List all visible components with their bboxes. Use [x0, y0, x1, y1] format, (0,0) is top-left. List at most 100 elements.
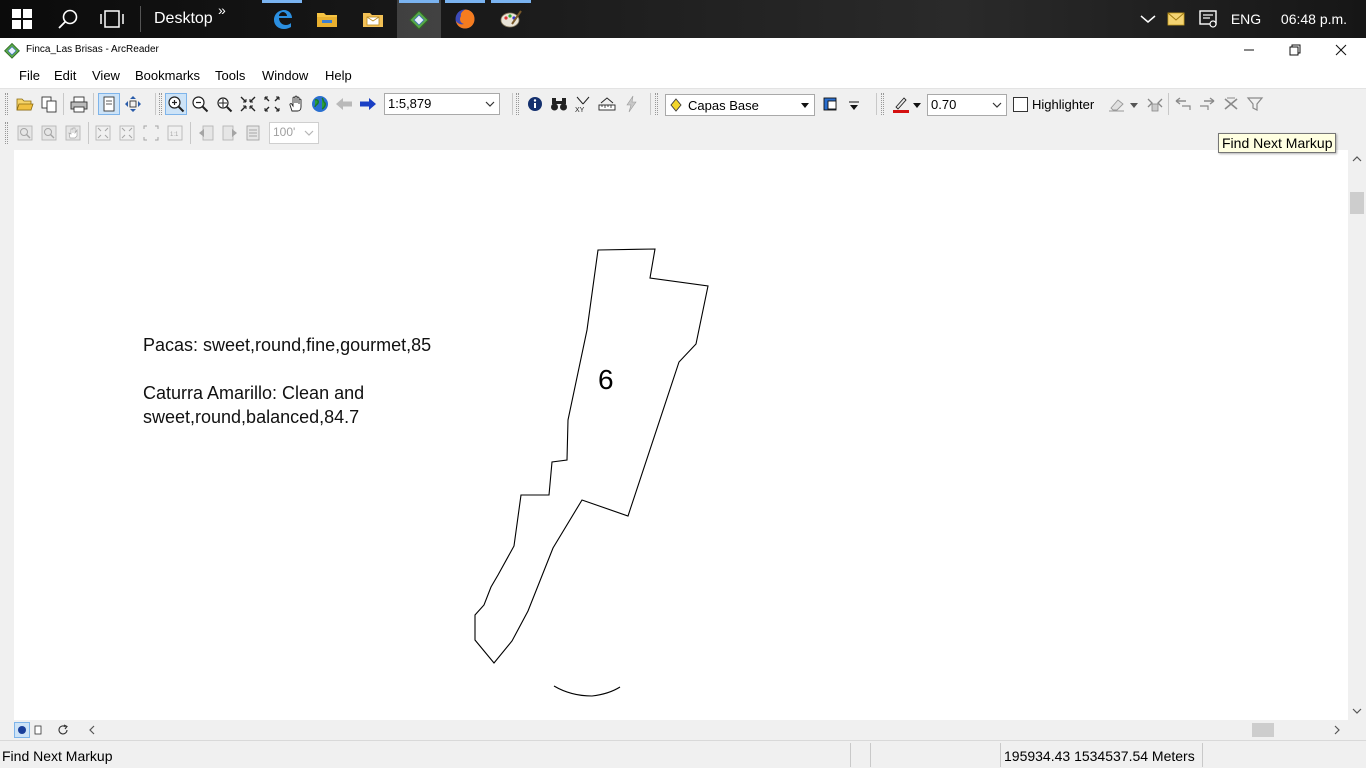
map-canvas[interactable]: Pacas: sweet,round,fine,gourmet,85 Catur… — [14, 150, 1348, 720]
layout-fixed-zoom-out-button[interactable] — [116, 122, 138, 144]
toolbar-grip[interactable] — [516, 93, 519, 115]
menu-file[interactable]: File — [19, 68, 40, 83]
markup-manager-button[interactable] — [1144, 93, 1166, 115]
zoom-in-button[interactable] — [165, 93, 187, 115]
open-button[interactable] — [14, 93, 36, 115]
search-button[interactable] — [46, 0, 90, 38]
scroll-left-arrow-icon[interactable] — [88, 725, 96, 735]
zoom-out-button[interactable] — [189, 93, 211, 115]
parcel-fragment-boundary[interactable] — [553, 685, 621, 697]
find-next-markup-button[interactable] — [1196, 93, 1218, 115]
pen-color-dropdown[interactable] — [910, 95, 924, 117]
file-explorer-taskbar-button[interactable] — [305, 0, 349, 38]
swipe-layer-dropdown[interactable] — [846, 95, 862, 117]
swipe-layer-button[interactable] — [820, 93, 842, 115]
paint-taskbar-button[interactable] — [489, 0, 533, 38]
delete-markup-button[interactable] — [1220, 93, 1242, 115]
toolbar-grip[interactable] — [159, 93, 162, 115]
layout-fixed-zoom-in-button[interactable] — [92, 122, 114, 144]
menu-window[interactable]: Window — [262, 68, 308, 83]
parcel-number-label: 6 — [598, 364, 614, 395]
go-to-xy-button[interactable]: XY — [572, 93, 594, 115]
arrow-right-icon — [360, 98, 376, 110]
notification-mail-tray[interactable] — [1164, 0, 1188, 38]
menu-help[interactable]: Help — [325, 68, 352, 83]
menu-bookmarks[interactable]: Bookmarks — [135, 68, 200, 83]
print-button[interactable] — [68, 93, 90, 115]
toolbar-grip[interactable] — [5, 122, 8, 144]
minimize-button[interactable] — [1226, 38, 1272, 62]
toolbar-separator — [155, 93, 156, 115]
continuous-zoom-button[interactable] — [213, 93, 235, 115]
fixed-zoom-in-button[interactable] — [237, 93, 259, 115]
layout-zoom-select[interactable]: 100' — [269, 122, 319, 144]
restore-button[interactable] — [1272, 38, 1318, 62]
copy-button[interactable] — [38, 93, 60, 115]
zoom-whole-page-button[interactable] — [140, 122, 162, 144]
layout-pan-button[interactable] — [62, 122, 84, 144]
annotation-caturra-line1: Caturra Amarillo: Clean and — [143, 383, 365, 403]
layout-zoom-in-icon — [17, 125, 33, 141]
find-button[interactable] — [548, 93, 570, 115]
eraser-button[interactable] — [1106, 93, 1128, 115]
scroll-up-arrow-icon[interactable] — [1352, 155, 1362, 163]
show-hidden-icons-button[interactable] — [1136, 0, 1160, 38]
network-tray[interactable] — [1194, 0, 1222, 38]
identify-button[interactable] — [524, 93, 546, 115]
svg-text:1:1: 1:1 — [170, 132, 179, 138]
full-extent-button[interactable] — [122, 93, 144, 115]
eraser-dropdown[interactable] — [1127, 95, 1141, 117]
map-scale-select[interactable]: 1:5,879 — [384, 93, 500, 115]
toolbar-grip[interactable] — [5, 93, 8, 115]
fixed-zoom-out-button[interactable] — [261, 93, 283, 115]
menu-edit[interactable]: Edit — [54, 68, 76, 83]
toolbar-grip[interactable] — [655, 93, 658, 115]
mail-folder-taskbar-button[interactable] — [351, 0, 395, 38]
find-previous-markup-button[interactable] — [1172, 93, 1194, 115]
clock[interactable]: 06:48 p.m. — [1270, 0, 1358, 38]
toolbar-overflow-chevron[interactable]: » — [218, 2, 226, 18]
toolbar-grip[interactable] — [881, 93, 884, 115]
layout-zoom-out-button[interactable] — [38, 122, 60, 144]
toggle-draft-mode-button[interactable] — [242, 122, 264, 144]
horizontal-scroll-thumb[interactable] — [1252, 723, 1274, 737]
open-folder-icon — [16, 98, 34, 111]
scroll-right-arrow-icon[interactable] — [1333, 725, 1341, 735]
data-view-button[interactable] — [98, 93, 120, 115]
layer-select[interactable]: Capas Base — [665, 94, 815, 116]
hyperlink-button[interactable] — [620, 93, 642, 115]
data-view-tab[interactable] — [14, 722, 30, 738]
markup-filter-button[interactable] — [1244, 93, 1266, 115]
vertical-scroll-thumb[interactable] — [1350, 192, 1364, 214]
zoom-100-icon: 1:1 — [167, 125, 183, 141]
markup-width-select[interactable]: 0.70 — [927, 94, 1007, 116]
pan-button[interactable] — [285, 93, 307, 115]
start-button[interactable] — [0, 0, 44, 38]
go-back-button[interactable] — [333, 93, 355, 115]
zoom-100-percent-button[interactable]: 1:1 — [164, 122, 186, 144]
layout-zoom-in-button[interactable] — [14, 122, 36, 144]
firefox-taskbar-button[interactable] — [443, 0, 487, 38]
menu-view[interactable]: View — [92, 68, 120, 83]
refresh-view-button[interactable] — [55, 722, 71, 738]
vertical-scrollbar[interactable] — [1348, 150, 1366, 720]
arcreader-taskbar-button[interactable] — [397, 0, 441, 38]
layout-forward-button[interactable] — [219, 122, 241, 144]
task-view-button[interactable] — [90, 0, 134, 38]
edge-taskbar-button[interactable] — [260, 0, 304, 38]
highlighter-checkbox[interactable] — [1013, 97, 1028, 112]
parcel-6-boundary[interactable] — [474, 248, 709, 664]
globe-full-extent-button[interactable] — [309, 93, 331, 115]
layout-view-tab[interactable] — [30, 722, 46, 738]
pen-color-button[interactable] — [890, 93, 912, 115]
dropdown-arrow-icon — [849, 101, 859, 110]
go-forward-button[interactable] — [357, 93, 379, 115]
menu-tools[interactable]: Tools — [215, 68, 245, 83]
desktop-toolbar[interactable]: Desktop » — [148, 0, 244, 38]
measure-button[interactable] — [596, 93, 618, 115]
layout-back-icon — [199, 125, 214, 141]
layout-back-button[interactable] — [195, 122, 217, 144]
close-button[interactable] — [1318, 38, 1364, 62]
language-indicator[interactable]: ENG — [1226, 0, 1266, 38]
scroll-down-arrow-icon[interactable] — [1352, 707, 1362, 715]
